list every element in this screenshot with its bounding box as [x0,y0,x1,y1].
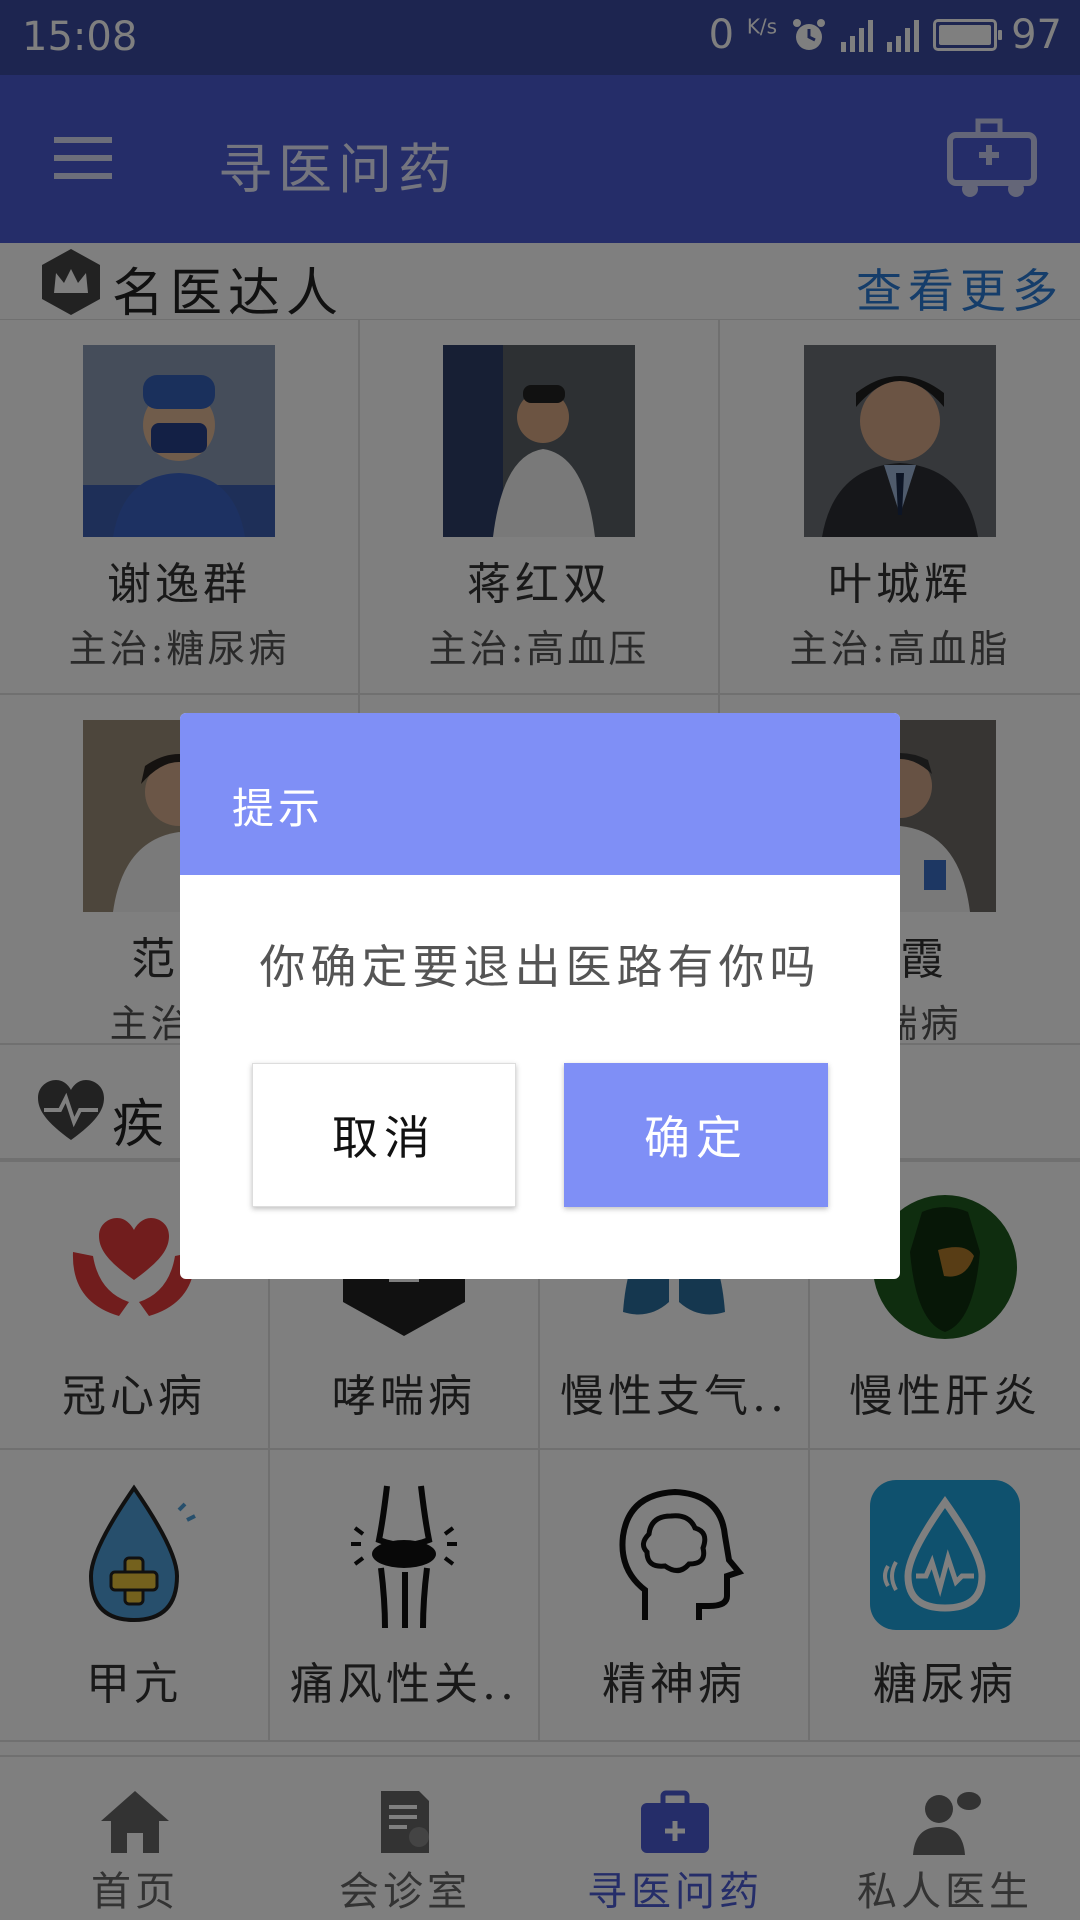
dialog-message: 你确定要退出医路有你吗 [259,940,821,994]
exit-confirm-dialog: 提示 你确定要退出医路有你吗 取消 确定 [180,713,900,1279]
confirm-button[interactable]: 确定 [564,1063,828,1207]
dialog-header: 提示 [180,713,900,875]
cancel-button[interactable]: 取消 [252,1063,516,1207]
dialog-title: 提示 [232,784,325,833]
